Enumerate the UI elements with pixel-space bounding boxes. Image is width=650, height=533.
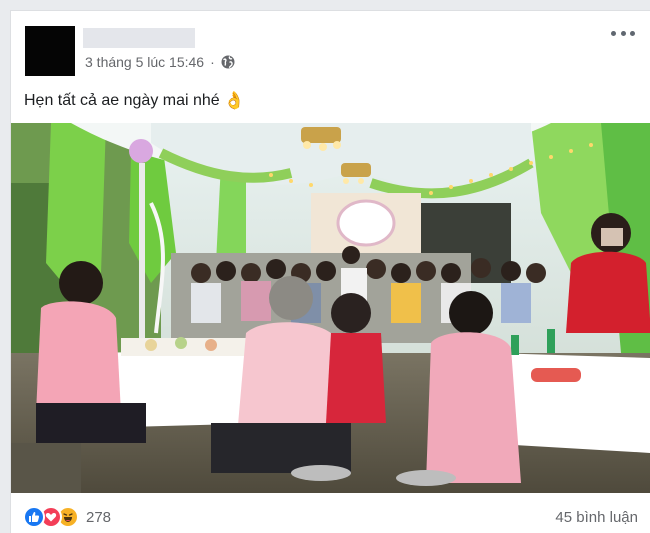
more-options-icon[interactable] [608, 23, 638, 43]
comment-count[interactable]: 45 bình luận [555, 509, 638, 526]
caption-text: Hẹn tất cả ae ngày mai nhé [24, 92, 220, 109]
middle-dot: · [210, 54, 215, 70]
reaction-count[interactable]: 278 [86, 509, 111, 526]
like-icon [23, 506, 45, 528]
wedding-party-photo [11, 123, 650, 493]
author-avatar[interactable] [25, 26, 75, 76]
globe-icon[interactable] [221, 55, 235, 69]
reaction-summary[interactable]: 278 [23, 506, 111, 528]
post-photo[interactable] [11, 123, 650, 493]
ok-hand-emoji: 👌 [223, 91, 245, 110]
post-header: 3 tháng 5 lúc 15:46 · [11, 11, 650, 91]
author-name-redacted[interactable] [83, 28, 195, 48]
post-card: 3 tháng 5 lúc 15:46 · Hẹn tất cả ae ngày… [10, 10, 650, 533]
post-meta: 3 tháng 5 lúc 15:46 · [85, 53, 235, 71]
post-caption: Hẹn tất cả ae ngày mai nhé 👌 [24, 89, 245, 113]
post-footer: 278 45 bình luận [11, 493, 650, 533]
post-timestamp[interactable]: 3 tháng 5 lúc 15:46 [85, 54, 204, 70]
